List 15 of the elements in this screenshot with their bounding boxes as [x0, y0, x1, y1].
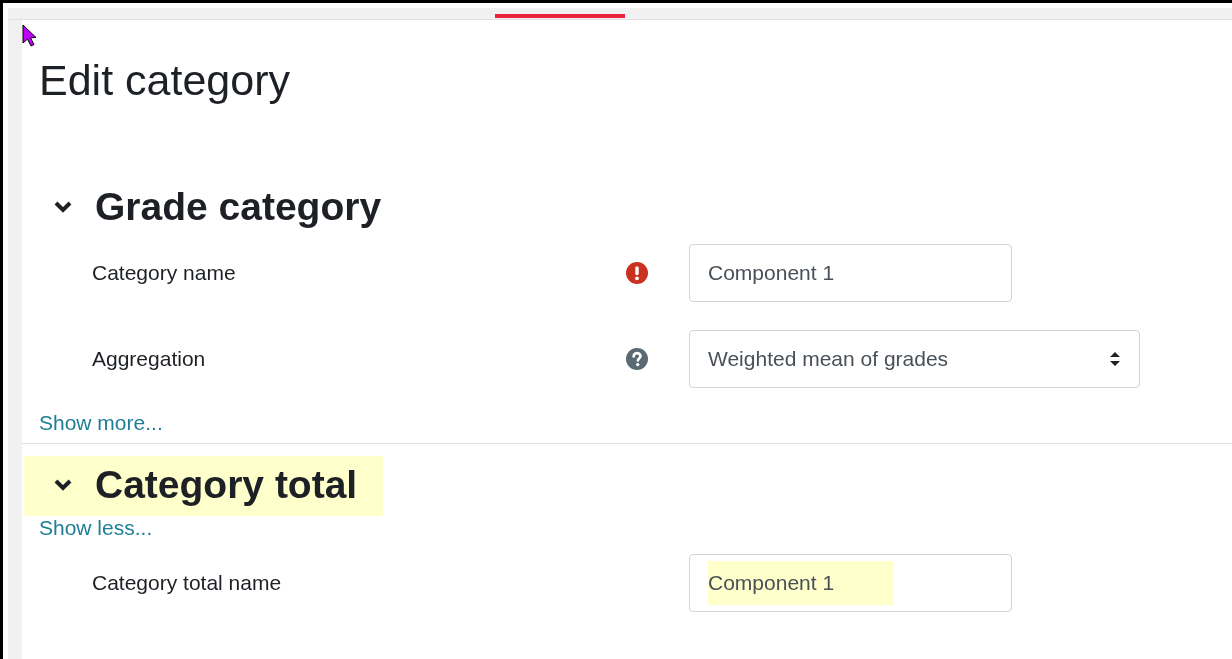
sort-arrows-icon — [1109, 350, 1121, 368]
text-input-field[interactable]: Component 1 — [689, 244, 1012, 302]
help-icon[interactable] — [626, 348, 648, 370]
chevron-icon[interactable] — [53, 200, 73, 214]
page-title: Edit category — [39, 55, 290, 106]
chevron-icon[interactable] — [53, 478, 73, 492]
cursor-icon — [22, 24, 38, 48]
field-label: Aggregation — [92, 347, 207, 371]
select-field[interactable]: Weighted mean of grades — [689, 330, 1140, 388]
toggle-link[interactable]: Show less... — [39, 516, 153, 540]
text-input-field[interactable]: Component 1 — [689, 554, 1012, 612]
section-heading[interactable]: Grade category — [95, 182, 382, 232]
field-label: Category name — [92, 261, 237, 285]
toggle-link[interactable]: Show more... — [39, 411, 163, 435]
field-label: Category total name — [92, 571, 283, 595]
